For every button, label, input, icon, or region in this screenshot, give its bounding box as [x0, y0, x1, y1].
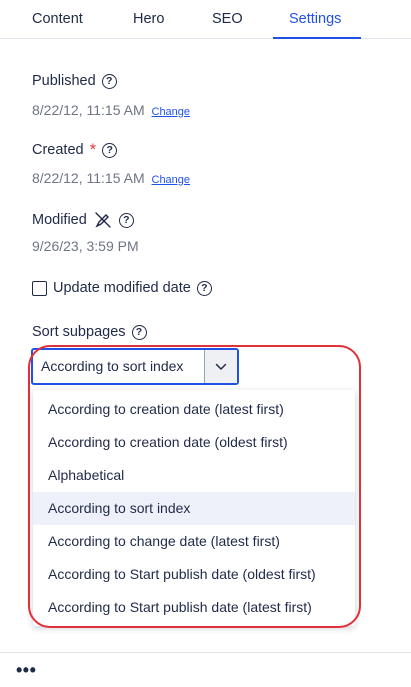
sort-subpages-label: Sort subpages: [32, 324, 126, 340]
modified-label-row: Modified ?: [32, 210, 134, 230]
tab-content[interactable]: Content: [32, 0, 83, 39]
published-date: 8/22/12, 11:15 AM: [32, 102, 145, 118]
active-tab-indicator: [273, 37, 361, 39]
dropdown-toggle-button[interactable]: [204, 350, 237, 383]
footer-bar: •••: [0, 652, 411, 687]
more-horizontal-icon[interactable]: •••: [16, 661, 36, 679]
published-value-row: 8/22/12, 11:15 AM Change: [32, 102, 190, 118]
modified-date: 9/26/23, 3:59 PM: [32, 238, 139, 254]
required-marker: *: [89, 140, 97, 159]
sort-option[interactable]: According to Start publish date (oldest …: [33, 558, 355, 591]
tab-bar: Content Hero SEO Settings: [0, 0, 411, 39]
created-label-row: Created * ?: [32, 140, 118, 159]
sort-option-selected[interactable]: According to sort index: [33, 492, 355, 525]
published-change-link[interactable]: Change: [152, 106, 191, 118]
published-label-row: Published ?: [32, 73, 117, 89]
help-icon[interactable]: ?: [118, 212, 134, 228]
pen-off-icon: [93, 210, 113, 230]
sort-option[interactable]: According to change date (latest first): [33, 525, 355, 558]
chevron-down-icon: [215, 363, 227, 371]
help-icon[interactable]: ?: [196, 280, 212, 296]
sort-label-row: Sort subpages ?: [32, 324, 147, 340]
tab-hero[interactable]: Hero: [133, 0, 164, 39]
sort-option[interactable]: According to creation date (latest first…: [33, 393, 355, 426]
sort-options-dropdown: According to creation date (latest first…: [33, 390, 355, 626]
sort-option[interactable]: Alphabetical: [33, 459, 355, 492]
tab-seo[interactable]: SEO: [212, 0, 243, 39]
update-modified-label[interactable]: Update modified date: [53, 280, 191, 296]
published-label: Published: [32, 73, 96, 89]
tab-settings[interactable]: Settings: [289, 0, 341, 39]
created-value-row: 8/22/12, 11:15 AM Change: [32, 170, 190, 186]
created-change-link[interactable]: Change: [152, 174, 191, 186]
update-modified-row: Update modified date ?: [32, 280, 212, 296]
help-icon[interactable]: ?: [102, 142, 118, 158]
modified-label: Modified: [32, 212, 87, 228]
sort-subpages-select[interactable]: According to sort index: [31, 348, 239, 385]
help-icon[interactable]: ?: [131, 324, 147, 340]
sort-option[interactable]: According to creation date (oldest first…: [33, 426, 355, 459]
update-modified-checkbox[interactable]: [32, 280, 47, 296]
created-date: 8/22/12, 11:15 AM: [32, 170, 145, 186]
created-label: Created: [32, 142, 84, 158]
sort-selected-value[interactable]: According to sort index: [33, 350, 204, 383]
modified-value-row: 9/26/23, 3:59 PM: [32, 238, 139, 254]
sort-option[interactable]: According to Start publish date (latest …: [33, 591, 355, 624]
help-icon[interactable]: ?: [101, 73, 117, 89]
